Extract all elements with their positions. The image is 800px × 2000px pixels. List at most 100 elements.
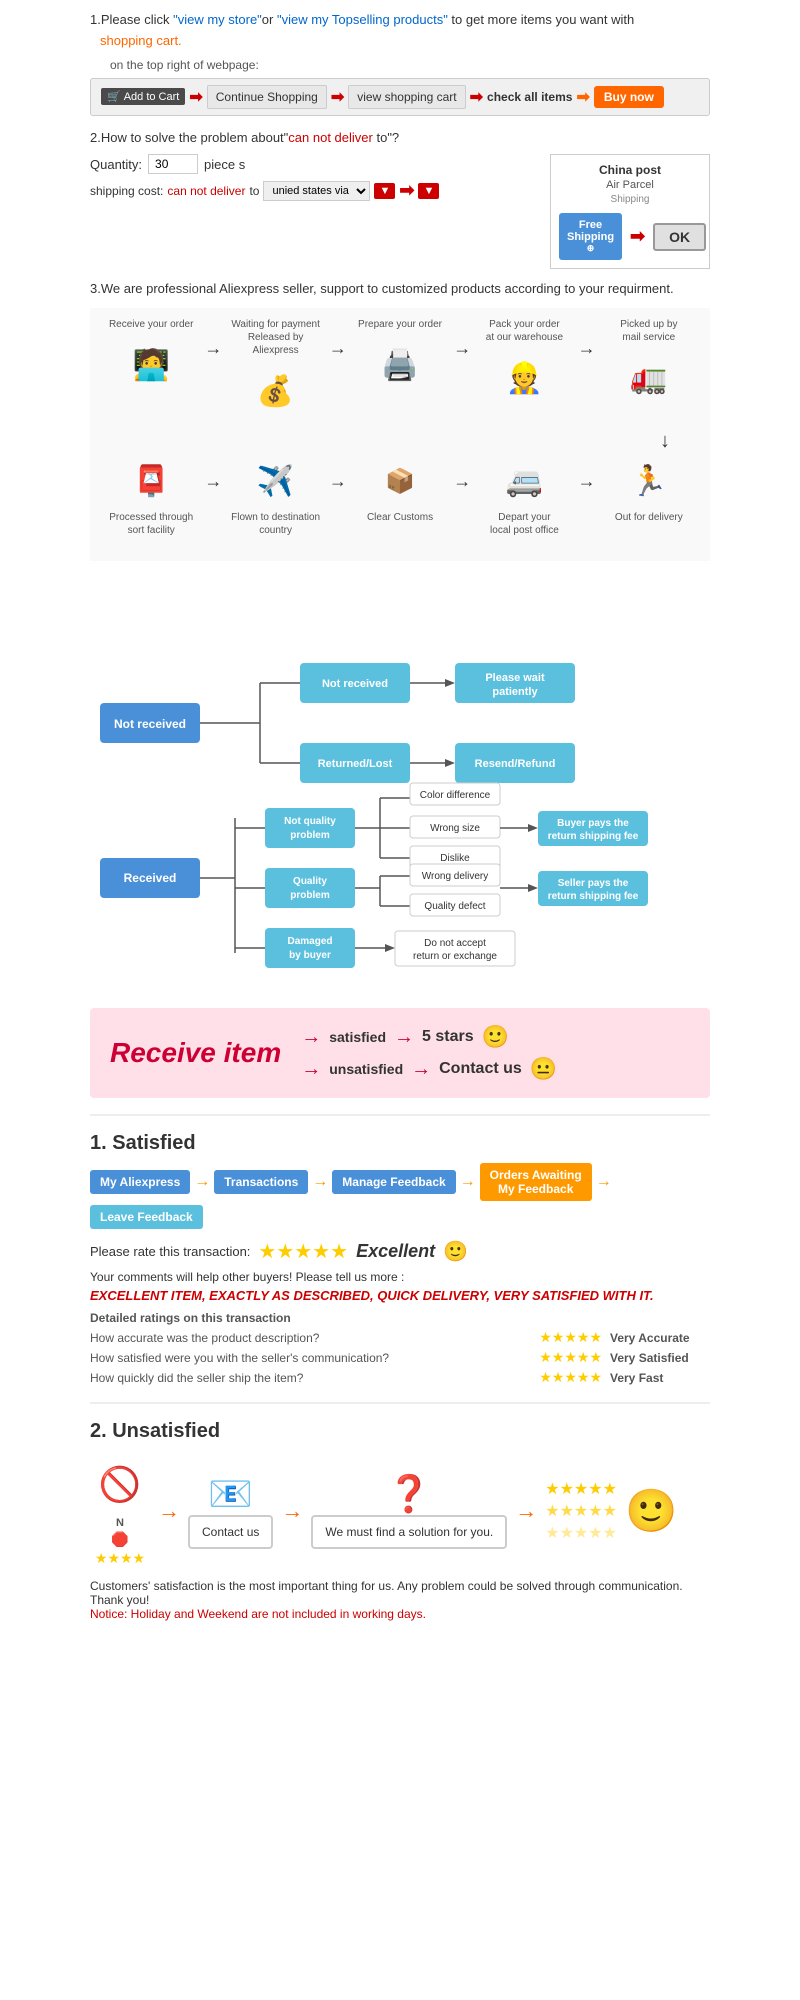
rate-label: Please rate this transaction:	[90, 1244, 250, 1259]
svg-text:return shipping fee: return shipping fee	[548, 831, 639, 842]
cart-icon: 🛒 Add to Cart	[101, 88, 185, 105]
flow-item-1: Receive your order 🧑‍💻	[100, 318, 202, 395]
flow-label-7: Depart yourlocal post office	[490, 511, 559, 537]
process-flow: Receive your order 🧑‍💻 → Waiting for pay…	[90, 308, 710, 561]
rating-row-2: How satisfied were you with the seller's…	[90, 1349, 710, 1366]
email-icon: 📧	[208, 1473, 253, 1515]
ok-button[interactable]: OK	[653, 223, 706, 251]
unsat-question-block: ❓ We must find a solution for you.	[311, 1473, 507, 1549]
svg-text:Wrong delivery: Wrong delivery	[422, 871, 489, 882]
contact-us-box: Contact us	[188, 1515, 273, 1549]
excellent-smiley: 🙂	[443, 1239, 468, 1264]
rating-label-1: How accurate was the product description…	[90, 1331, 531, 1345]
flow-label-4: Pack your orderat our warehouse	[486, 318, 563, 344]
satisfied-flow: → satisfied → 5 stars 🙂	[301, 1024, 509, 1050]
svg-text:Quality: Quality	[293, 876, 327, 887]
step2-arrow: ➡	[399, 180, 414, 201]
must-find-box: We must find a solution for you.	[311, 1515, 507, 1549]
svg-text:Damaged: Damaged	[287, 936, 332, 947]
arrow1: ➡	[189, 87, 202, 107]
continue-shopping-btn[interactable]: Continue Shopping	[207, 85, 327, 109]
quantity-row: Quantity: piece s	[90, 154, 530, 174]
flow-label-9: Flown to destinationcountry	[231, 511, 320, 537]
nav-transactions[interactable]: Transactions	[214, 1170, 308, 1194]
flow-arrow-3: →	[451, 338, 473, 359]
svg-text:Resend/Refund: Resend/Refund	[475, 758, 556, 770]
shipping-cost-label: shipping cost:	[90, 184, 163, 198]
flow-arrow-7: →	[327, 471, 349, 492]
flow-item-9: ✈️ Flown to destinationcountry	[224, 451, 326, 541]
unsatisfied-flow: → unsatisfied → Contact us 😐	[301, 1056, 557, 1082]
svg-text:Not quality: Not quality	[284, 816, 336, 827]
svg-text:Seller pays the: Seller pays the	[558, 878, 629, 889]
section-2: 2.How to solve the problem about"can not…	[90, 128, 710, 270]
free-shipping-box: Free Shipping ⊕	[559, 213, 622, 260]
buy-now-btn[interactable]: Buy now	[594, 86, 664, 108]
dropdown-arrow2[interactable]: ▼	[418, 183, 439, 199]
quantity-input[interactable]	[148, 154, 198, 174]
dropdown-arrow[interactable]: ▼	[374, 183, 395, 199]
satisfied-label: satisfied	[329, 1029, 386, 1045]
step1-text3: to get more items you want with	[448, 12, 634, 27]
flow-item-5: Picked up bymail service 🚛	[598, 318, 700, 408]
nav-orders-awaiting[interactable]: Orders AwaitingMy Feedback	[480, 1163, 592, 1201]
nav-bar: My Aliexpress → Transactions → Manage Fe…	[90, 1163, 710, 1229]
shipping-label: Shipping	[611, 194, 650, 205]
excellent-comment: EXCELLENT ITEM, EXACTLY AS DESCRIBED, QU…	[90, 1288, 710, 1303]
svg-text:patiently: patiently	[492, 686, 538, 698]
divider-2	[90, 1402, 710, 1404]
nav-my-aliexpress[interactable]: My Aliexpress	[90, 1170, 190, 1194]
step3-text: 3.We are professional Aliexpress seller,…	[90, 281, 710, 296]
stars-full: ★★★★★	[545, 1479, 617, 1499]
svg-text:Do not accept: Do not accept	[424, 938, 486, 949]
piece-label: piece s	[204, 157, 245, 172]
flow-item-6: 🏃 Out for delivery	[598, 451, 700, 528]
stars-arrow: →	[394, 1026, 414, 1049]
contact-arrow: →	[411, 1058, 431, 1081]
nav-manage-feedback[interactable]: Manage Feedback	[332, 1170, 455, 1194]
view-cart-btn[interactable]: view shopping cart	[348, 85, 465, 109]
svg-text:Not received: Not received	[322, 678, 388, 690]
flow-icon-4: 👷	[489, 348, 559, 408]
flow-icon-3: 🖨️	[365, 335, 435, 395]
svg-text:problem: problem	[290, 830, 330, 841]
country-select[interactable]: unied states via	[263, 181, 370, 201]
svg-text:problem: problem	[290, 890, 330, 901]
unsat-mini-icons: 🛑	[111, 1531, 128, 1548]
step1-text1: 1.Please click	[90, 12, 173, 27]
comment-helper: Your comments will help other buyers! Pl…	[90, 1270, 710, 1284]
can-not-deliver-title: can not deliver	[288, 130, 373, 145]
step1-intro: 1.Please click "view my store"or "view m…	[90, 10, 710, 52]
shopping-cart-text: shopping cart.	[100, 33, 182, 48]
flow-arrow-2: →	[327, 338, 349, 359]
final-smiley: 🙂	[625, 1487, 677, 1536]
arrow2: ➡	[331, 87, 344, 107]
rating-row-1: How accurate was the product description…	[90, 1329, 710, 1346]
satisfied-section: 1. Satisfied My Aliexpress → Transaction…	[90, 1132, 710, 1386]
view-store-link[interactable]: "view my store"	[173, 12, 262, 27]
unsat-arrow-2: →	[281, 1498, 303, 1524]
unsat-flow: 🚫 N 🛑 ★★★★ → 📧 Contact us → ❓ We must fi…	[90, 1455, 710, 1567]
nav-leave-feedback[interactable]: Leave Feedback	[90, 1205, 203, 1229]
add-to-cart-label: Add to Cart	[124, 91, 180, 103]
flow-icon-7: 🚐	[489, 451, 559, 511]
flow-label-2: Waiting for paymentReleased by Aliexpres…	[224, 318, 326, 357]
shipping-note: ⊕	[567, 243, 614, 254]
receive-item-section: Receive item → satisfied → 5 stars 🙂 → u…	[90, 1008, 710, 1098]
flow-icon-1: 🧑‍💻	[116, 335, 186, 395]
flow-arrow-5: →	[576, 471, 598, 492]
footer-notice: Customers' satisfaction is the most impo…	[90, 1579, 710, 1607]
unsatisfied-header: 2. Unsatisfied	[90, 1420, 710, 1443]
view-topselling-link[interactable]: "view my Topselling products"	[277, 12, 448, 27]
unsat-email-block: 📧 Contact us	[188, 1473, 273, 1549]
step2-left-panel: Quantity: piece s shipping cost: can not…	[90, 154, 530, 201]
china-post-panel: China post Air Parcel Shipping Free Ship…	[550, 154, 710, 269]
flow-label-5: Picked up bymail service	[620, 318, 677, 344]
flow-arrow-4: →	[576, 338, 598, 359]
flow-label-10: Processed throughsort facility	[109, 511, 193, 537]
rating-stars-1: ★★★★★	[539, 1329, 602, 1346]
flow-icon-8: 📦	[365, 451, 435, 511]
to-text: to	[249, 184, 259, 198]
flow-icon-2: 💰	[241, 361, 311, 421]
rating-result-3: Very Fast	[610, 1371, 710, 1385]
